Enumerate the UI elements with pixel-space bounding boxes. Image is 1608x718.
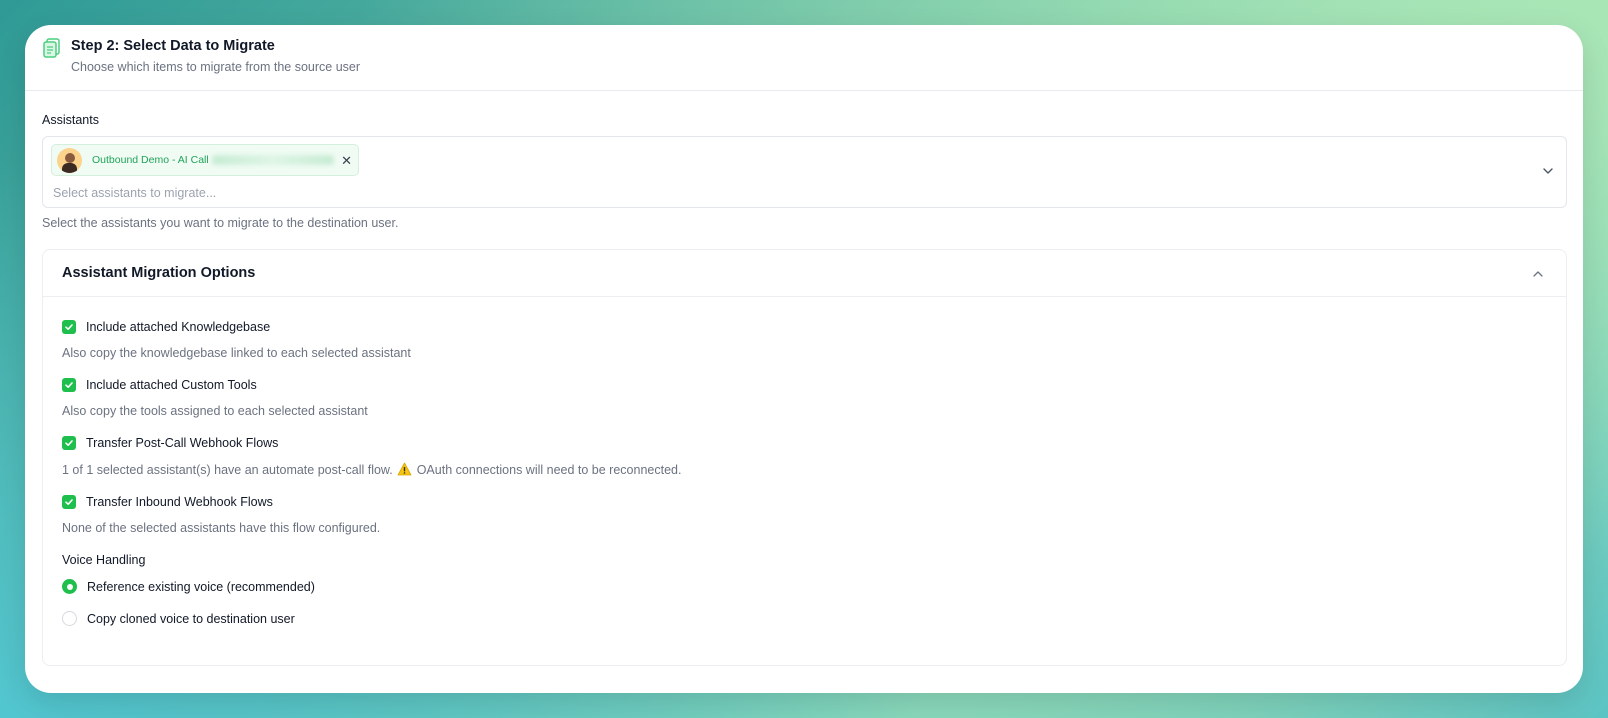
- migration-step-card: Step 2: Select Data to Migrate Choose wh…: [25, 25, 1583, 693]
- knowledgebase-description: Also copy the knowledgebase linked to ea…: [62, 346, 411, 360]
- remove-chip-close-icon[interactable]: ✕: [341, 154, 352, 167]
- chip-label: Outbound Demo - AI Call: [92, 154, 209, 166]
- step-header: Step 2: Select Data to Migrate Choose wh…: [25, 25, 1583, 91]
- checkmark-icon: [65, 324, 73, 330]
- chevron-up-icon[interactable]: [1532, 268, 1544, 280]
- migration-options-panel: Assistant Migration Options Include atta…: [42, 249, 1567, 666]
- checkmark-icon: [65, 382, 73, 388]
- checkmark-icon: [65, 499, 73, 505]
- warning-icon: [397, 462, 412, 476]
- post-call-webhook-label[interactable]: Transfer Post-Call Webhook Flows: [86, 436, 278, 450]
- copy-voice-label[interactable]: Copy cloned voice to destination user: [87, 612, 295, 626]
- option-custom-tools: Include attached Custom Tools Also copy …: [62, 378, 1547, 418]
- post-call-flow-count-text: 1 of 1 selected assistant(s) have an aut…: [62, 463, 393, 477]
- step-subtitle: Choose which items to migrate from the s…: [71, 60, 361, 74]
- copy-voice-radio[interactable]: [62, 611, 77, 626]
- inbound-webhook-description: None of the selected assistants have thi…: [62, 521, 381, 535]
- reference-voice-radio[interactable]: [62, 579, 77, 594]
- voice-option-reference[interactable]: Reference existing voice (recommended): [62, 579, 1547, 594]
- voice-option-copy[interactable]: Copy cloned voice to destination user: [62, 611, 1547, 626]
- custom-tools-description: Also copy the tools assigned to each sel…: [62, 404, 368, 418]
- reference-voice-label[interactable]: Reference existing voice (recommended): [87, 580, 315, 594]
- assistants-helper-text: Select the assistants you want to migrat…: [42, 216, 399, 230]
- knowledgebase-label[interactable]: Include attached Knowledgebase: [86, 320, 270, 334]
- option-inbound-webhook: Transfer Inbound Webhook Flows None of t…: [62, 495, 1547, 535]
- oauth-warning-text: OAuth connections will need to be reconn…: [416, 463, 682, 477]
- option-knowledgebase: Include attached Knowledgebase Also copy…: [62, 320, 1547, 360]
- clipboard-icon: [43, 38, 60, 58]
- assistants-label: Assistants: [42, 113, 99, 127]
- redacted-text: [211, 155, 334, 165]
- assistants-placeholder[interactable]: Select assistants to migrate...: [53, 186, 1558, 200]
- checkmark-icon: [65, 440, 73, 446]
- migration-options-header[interactable]: Assistant Migration Options: [43, 250, 1566, 297]
- step-title: Step 2: Select Data to Migrate: [71, 38, 275, 54]
- post-call-webhook-description: 1 of 1 selected assistant(s) have an aut…: [62, 462, 1547, 477]
- migration-options-title: Assistant Migration Options: [62, 265, 256, 281]
- inbound-webhook-checkbox[interactable]: [62, 495, 76, 509]
- chevron-down-icon[interactable]: [1542, 165, 1554, 177]
- custom-tools-checkbox[interactable]: [62, 378, 76, 392]
- option-post-call-webhook: Transfer Post-Call Webhook Flows 1 of 1 …: [62, 436, 1547, 477]
- assistants-multiselect[interactable]: Outbound Demo - AI Call ✕ Select assista…: [42, 136, 1567, 208]
- voice-handling-label: Voice Handling: [62, 553, 146, 567]
- post-call-webhook-checkbox[interactable]: [62, 436, 76, 450]
- inbound-webhook-label[interactable]: Transfer Inbound Webhook Flows: [86, 495, 273, 509]
- selected-assistant-chip: Outbound Demo - AI Call ✕: [51, 144, 359, 176]
- knowledgebase-checkbox[interactable]: [62, 320, 76, 334]
- custom-tools-label[interactable]: Include attached Custom Tools: [86, 378, 257, 392]
- avatar-icon: [57, 147, 82, 173]
